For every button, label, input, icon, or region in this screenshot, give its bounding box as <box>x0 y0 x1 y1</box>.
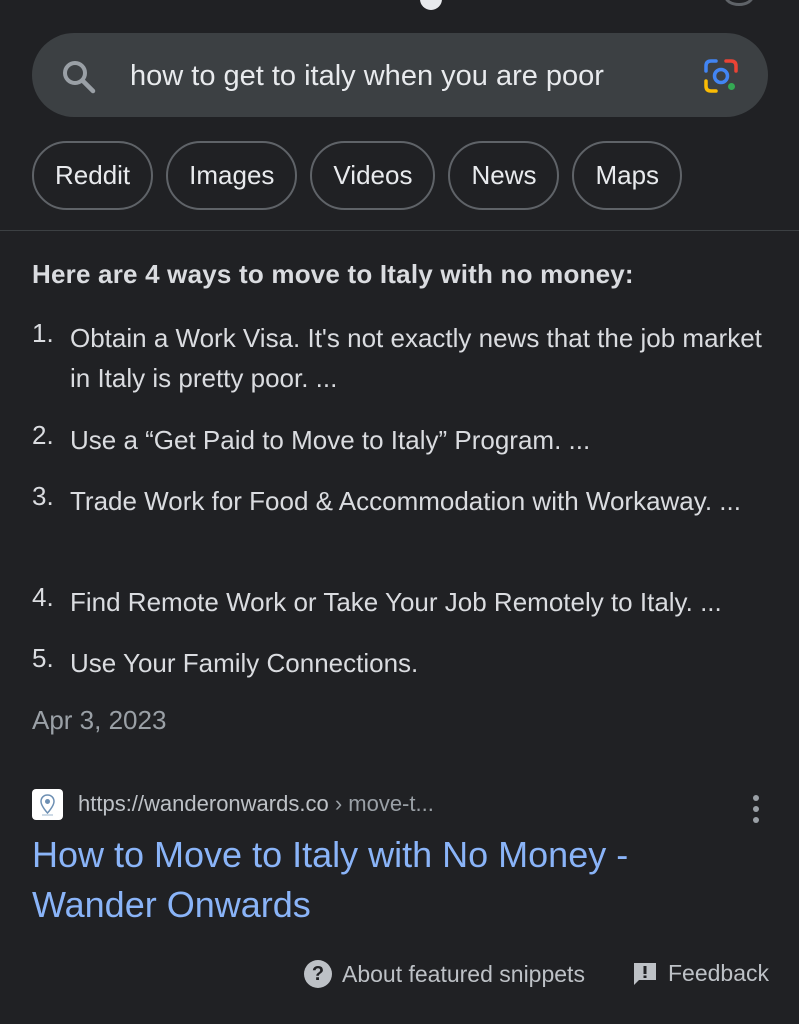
chip-videos[interactable]: Videos <box>310 141 436 210</box>
filter-chips: Reddit Images Videos News Maps <box>32 141 683 210</box>
list-number: 1. <box>32 318 54 348</box>
snippet-date: Apr 3, 2023 <box>32 705 167 735</box>
feedback-icon <box>634 962 656 985</box>
result-title-link[interactable]: How to Move to Italy with No Money - Wan… <box>32 830 732 930</box>
search-results-page: how to get to italy when you are poor Re… <box>0 0 799 1024</box>
source-domain: https://wanderonwards.co <box>78 791 329 816</box>
more-vert-icon[interactable] <box>746 793 766 825</box>
chip-images[interactable]: Images <box>166 141 298 210</box>
list-number: 2. <box>32 420 54 450</box>
chip-news[interactable]: News <box>448 141 560 210</box>
feedback-link[interactable]: Feedback <box>632 960 769 987</box>
list-text: Trade Work for Food & Accommodation with… <box>70 486 741 516</box>
chip-reddit[interactable]: Reddit <box>32 141 154 210</box>
feedback-label: Feedback <box>668 960 770 986</box>
search-icon[interactable] <box>59 57 99 97</box>
site-favicon[interactable] <box>32 789 63 820</box>
list-text: Find Remote Work or Take Your Job Remote… <box>70 587 722 617</box>
help-icon: ? <box>304 960 332 988</box>
search-bar[interactable]: how to get to italy when you are poor <box>32 33 768 117</box>
list-number: 5. <box>32 643 54 673</box>
search-input[interactable]: how to get to italy when you are poor <box>130 60 604 93</box>
source-path: › move-t... <box>328 791 434 816</box>
list-text: Use Your Family Connections. <box>70 648 419 678</box>
snippet-heading: Here are 4 ways to move to Italy with no… <box>32 259 634 289</box>
about-label: About featured snippets <box>342 960 585 987</box>
list-number: 3. <box>32 481 54 511</box>
avatar[interactable] <box>724 0 754 6</box>
map-pin-icon <box>40 794 55 816</box>
source-url[interactable]: https://wanderonwards.co › move-t... <box>78 791 434 817</box>
list-text: Obtain a Work Visa. It's not exactly new… <box>70 323 762 393</box>
list-text: Use a “Get Paid to Move to Italy” Progra… <box>70 425 591 455</box>
status-dot <box>420 0 442 10</box>
about-featured-snippets-link[interactable]: ? About featured snippets <box>304 960 585 988</box>
divider <box>0 230 799 231</box>
list-number: 4. <box>32 582 54 612</box>
google-lens-icon[interactable] <box>702 57 740 95</box>
chip-maps[interactable]: Maps <box>572 141 683 210</box>
